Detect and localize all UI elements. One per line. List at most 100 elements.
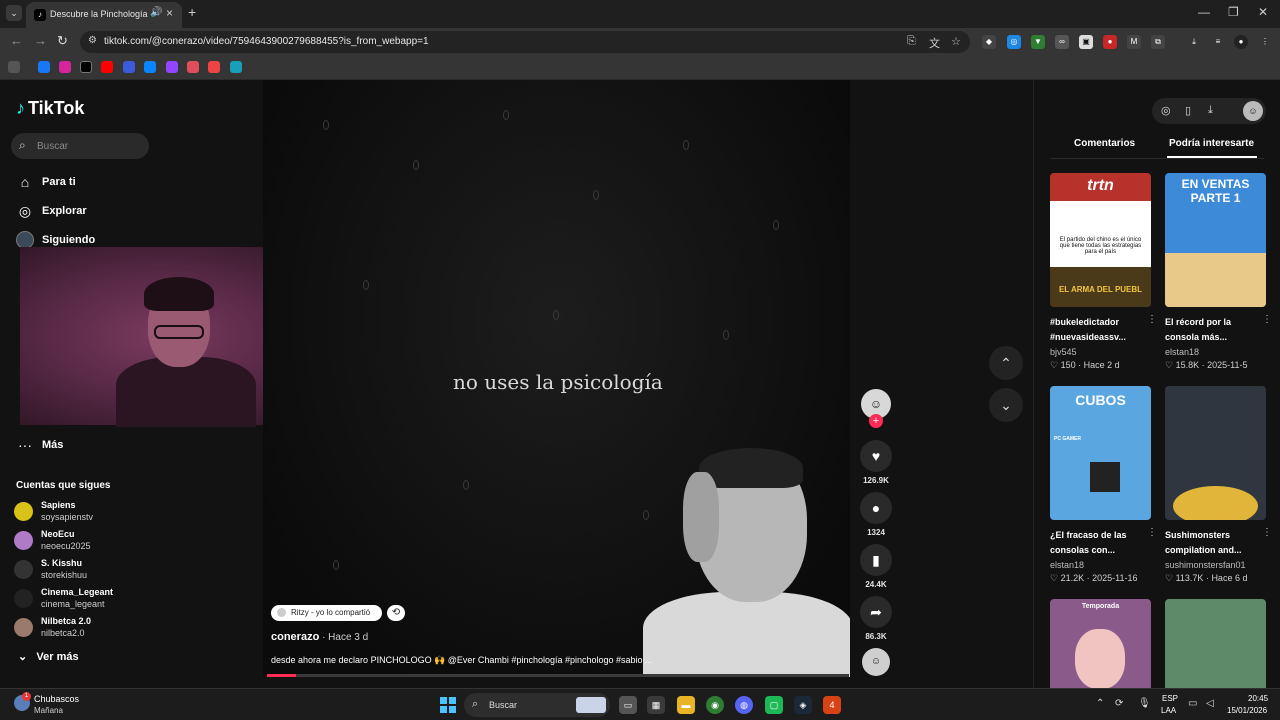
download-icon[interactable]: ⤓: [1208, 104, 1213, 117]
next-video-button[interactable]: ⌄: [989, 388, 1023, 422]
previous-video-button[interactable]: ⌃: [989, 346, 1023, 380]
card-title[interactable]: ¿El fracaso de las consolas con...: [1050, 528, 1151, 558]
followed-account[interactable]: Cinema_Legeant cinema_legeant: [14, 587, 154, 611]
comment-action[interactable]: ● 1324: [860, 492, 892, 537]
repost-icon[interactable]: ⟲: [387, 605, 405, 621]
windows-start-icon[interactable]: [440, 697, 456, 713]
video-thumbnail[interactable]: [1165, 386, 1266, 520]
instagram-bookmark-icon[interactable]: [59, 61, 71, 73]
microphone-icon[interactable]: 🎙: [1138, 698, 1151, 709]
card-author[interactable]: elstan18: [1165, 347, 1266, 357]
compass-icon[interactable]: ◎: [1161, 104, 1171, 117]
keyboard-layout[interactable]: LAA: [1161, 706, 1176, 715]
card-author[interactable]: bjv545: [1050, 347, 1151, 357]
back-icon[interactable]: ←: [10, 33, 23, 48]
close-tab-icon[interactable]: ×: [166, 6, 173, 20]
video-player[interactable]: no uses la psicología: [263, 80, 850, 677]
tiktok-logo[interactable]: ♪ TikTok: [16, 98, 84, 119]
card-more-icon[interactable]: ⋮: [1262, 527, 1272, 538]
install-app-icon[interactable]: ⎘: [907, 35, 916, 48]
card-author[interactable]: sushimonstersfan01: [1165, 560, 1266, 570]
extensions-puzzle-icon[interactable]: ⧉: [1151, 35, 1165, 49]
extension-icon[interactable]: ◎: [1007, 35, 1021, 49]
video-thumbnail[interactable]: CUBOS PC GAMER: [1050, 386, 1151, 520]
site-info-icon[interactable]: ⚙: [88, 35, 97, 46]
video-progress-bar[interactable]: [267, 674, 849, 677]
bookmark-icon[interactable]: [187, 61, 199, 73]
suggested-video-card[interactable]: CUBOS PC GAMER ¿El fracaso de las consolas…: [1050, 386, 1157, 584]
suggested-video-card[interactable]: Sushimonsters compilation and... ⋮ sushimo…: [1165, 386, 1272, 584]
facebook-bookmark-icon[interactable]: [38, 61, 50, 73]
followed-account[interactable]: NeoEcu neoecu2025: [14, 529, 154, 553]
clock-date[interactable]: 15/01/2026: [1227, 706, 1267, 715]
forward-icon[interactable]: →: [34, 33, 47, 48]
language-indicator[interactable]: ESP: [1162, 694, 1178, 703]
bookmark-icon[interactable]: [144, 61, 156, 73]
extension-icon[interactable]: ▣: [1079, 35, 1093, 49]
new-tab-button[interactable]: +: [188, 4, 196, 20]
shield-extension-icon[interactable]: ▼: [1031, 35, 1045, 49]
app-icon[interactable]: ▢: [765, 696, 783, 714]
x-bookmark-icon[interactable]: [80, 61, 92, 73]
store-icon[interactable]: ▦: [647, 696, 665, 714]
bookmark-star-icon[interactable]: ☆: [951, 35, 961, 48]
tab-search-menu-button[interactable]: ⌄: [6, 5, 22, 21]
repost-chip[interactable]: Ritzy - yo lo compartió: [271, 605, 382, 621]
bookmark-icon[interactable]: ▮: [860, 544, 892, 576]
address-bar[interactable]: ⚙ tiktok.com/@conerazo/video/75946439002…: [80, 31, 970, 53]
card-title[interactable]: Sushimonsters compilation and...: [1165, 528, 1266, 558]
suggested-video-card[interactable]: EN VENTAS PARTE 1 El récord por la consol…: [1165, 173, 1272, 371]
steam-icon[interactable]: ◈: [794, 696, 812, 714]
followed-account[interactable]: Nilbetca 2.0 nilbetca2.0: [14, 616, 154, 640]
file-explorer-icon[interactable]: ▬: [677, 696, 695, 714]
share-icon[interactable]: ➦: [860, 596, 892, 628]
music-disc-icon[interactable]: ☺: [862, 648, 890, 676]
url-text[interactable]: tiktok.com/@conerazo/video/7594643900279…: [104, 36, 429, 47]
tab-you-may-like[interactable]: Podría interesarte: [1169, 138, 1254, 149]
card-more-icon[interactable]: ⋮: [1147, 527, 1157, 538]
follow-plus-button[interactable]: +: [869, 414, 883, 428]
download-icon[interactable]: ⤓: [1187, 35, 1201, 49]
weather-title[interactable]: Chubascos: [34, 694, 79, 704]
user-avatar[interactable]: ☺: [1243, 101, 1263, 121]
menu-icon[interactable]: ⋮: [1258, 35, 1272, 49]
clock-time[interactable]: 20:45: [1248, 694, 1268, 703]
phone-icon[interactable]: ▯: [1185, 104, 1191, 117]
youtube-bookmark-icon[interactable]: [101, 61, 113, 73]
discord-icon[interactable]: ◍: [735, 696, 753, 714]
extension-icon[interactable]: ●: [1103, 35, 1117, 49]
card-title[interactable]: El récord por la consola más...: [1165, 315, 1266, 345]
card-author[interactable]: elstan18: [1050, 560, 1151, 570]
video-thumbnail[interactable]: trtn El partido del chino es el único que…: [1050, 173, 1151, 307]
extension-icon[interactable]: M: [1127, 35, 1141, 49]
card-title[interactable]: #bukeledictador #nuevasideassv...: [1050, 315, 1151, 345]
heart-icon[interactable]: ♥: [860, 440, 892, 472]
restore-icon[interactable]: ❐: [1228, 5, 1239, 19]
reading-list-icon[interactable]: ≡: [1211, 35, 1225, 49]
app-icon[interactable]: 4: [823, 696, 841, 714]
weather-subtitle[interactable]: Mañana: [34, 706, 63, 715]
chrome-icon[interactable]: ◉: [706, 696, 724, 714]
twitch-bookmark-icon[interactable]: [166, 61, 178, 73]
suggested-video-card[interactable]: trtn El partido del chino es el único que…: [1050, 173, 1157, 371]
video-description[interactable]: desde ahora me declaro PINCHOLOGO 🙌 @Eve…: [271, 655, 653, 666]
card-more-icon[interactable]: ⋮: [1147, 314, 1157, 325]
translate-icon[interactable]: 文: [929, 35, 940, 51]
pocket-bookmark-icon[interactable]: [208, 61, 220, 73]
save-action[interactable]: ▮ 24.4K: [860, 544, 892, 589]
profile-avatar[interactable]: ●: [1234, 35, 1248, 49]
tray-expand-icon[interactable]: ⌃: [1096, 698, 1104, 709]
browser-tab[interactable]: ♪ Descubre la Pinchología co 🔊 ×: [26, 2, 182, 28]
bookmark-icon[interactable]: [123, 61, 135, 73]
video-author[interactable]: conerazo · Hace 3 d: [271, 631, 368, 643]
window-close-icon[interactable]: ✕: [1258, 5, 1268, 19]
taskbar-search[interactable]: ⌕ Buscar: [464, 693, 610, 717]
extension-icon[interactable]: ◆: [982, 35, 996, 49]
task-view-icon[interactable]: ▭: [619, 696, 637, 714]
tab-comments[interactable]: Comentarios: [1074, 138, 1135, 149]
apps-grid-icon[interactable]: [8, 61, 20, 73]
share-action[interactable]: ➦ 86.3K: [860, 596, 892, 641]
search-input[interactable]: ⌕ Buscar: [11, 133, 149, 159]
minimize-icon[interactable]: —: [1198, 5, 1210, 19]
like-action[interactable]: ♥ 126.9K: [860, 440, 892, 485]
